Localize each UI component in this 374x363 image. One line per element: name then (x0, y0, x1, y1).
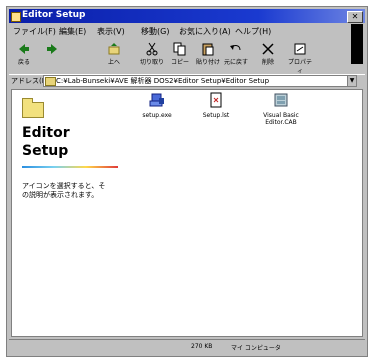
title-bar[interactable]: Editor Setup ✕ (9, 9, 365, 23)
cut-button[interactable]: 切り取り (139, 41, 165, 71)
folder-icon (22, 98, 44, 118)
folder-icon (45, 77, 56, 86)
forward-button[interactable] (39, 41, 65, 71)
menu-edit[interactable]: 編集(E) (59, 26, 86, 37)
file-name: setup.exe (142, 112, 172, 119)
file-name: Visual Basic Editor.CAB (263, 112, 299, 126)
file-name: Setup.lst (202, 112, 230, 119)
status-bar: 270 KB マイ コンピュータ (9, 339, 365, 354)
address-field[interactable]: C:¥Lab-Bunseki¥AVE 解析器 DOS2¥Editor Setup… (43, 75, 357, 87)
windows-logo (351, 24, 363, 64)
copy-label: コピー (170, 59, 189, 66)
window-title: Editor Setup (22, 10, 86, 20)
up-button[interactable]: 上へ (101, 41, 127, 71)
properties-icon (294, 43, 306, 55)
menu-view[interactable]: 表示(V) (97, 26, 125, 37)
folder-icon (11, 12, 21, 22)
paste-label: 貼り付け (195, 59, 220, 66)
chevron-down-icon[interactable]: ▼ (347, 76, 356, 86)
delete-icon (262, 43, 274, 55)
menu-help[interactable]: ヘルプ(H) (235, 26, 271, 37)
file-item-setup-exe[interactable]: setup.exe (132, 92, 182, 119)
properties-button[interactable]: プロパティ (287, 41, 313, 75)
address-bar: アドレス(D) C:¥Lab-Bunseki¥AVE 解析器 DOS2¥Edit… (9, 74, 365, 87)
paste-icon (202, 43, 214, 56)
menu-bar: ファイル(F) 編集(E) 表示(V) 移動(G) お気に入り(A) ヘルプ(H… (9, 25, 365, 38)
undo-icon (230, 45, 241, 51)
delete-button[interactable]: 削除 (255, 41, 281, 71)
close-button[interactable]: ✕ (347, 11, 363, 23)
folder-title: Editor Setup (22, 125, 70, 159)
toolbar: 戻る 上へ 切り取り コピー 貼り付け 元に戻す 削除 プロパティ (9, 40, 347, 75)
cut-label: 切り取り (139, 59, 164, 66)
copy-icon (173, 42, 186, 56)
status-size: 270 KB (191, 343, 213, 350)
explorer-window: Editor Setup ✕ ファイル(F) 編集(E) 表示(V) 移動(G)… (6, 6, 368, 357)
properties-label: プロパティ (287, 59, 312, 75)
status-location: マイ コンピュータ (231, 345, 281, 352)
setup-exe-icon (149, 93, 164, 107)
up-label: 上へ (107, 59, 120, 66)
menu-go[interactable]: 移動(G) (141, 26, 169, 37)
copy-button[interactable]: コピー (167, 41, 193, 71)
back-icon (19, 44, 29, 54)
cut-icon (146, 42, 158, 56)
address-value: C:¥Lab-Bunseki¥AVE 解析器 DOS2¥Editor Setup… (56, 77, 270, 85)
menu-favorites[interactable]: お気に入り(A) (179, 26, 231, 37)
setup-lst-icon (210, 92, 222, 108)
folder-view: Editor Setup アイコンを選択すると、その説明が表示されます。 set… (11, 89, 363, 337)
folder-description: アイコンを選択すると、その説明が表示されます。 (22, 182, 106, 199)
divider (22, 166, 118, 168)
menu-file[interactable]: ファイル(F) (13, 26, 56, 37)
delete-label: 削除 (261, 59, 274, 66)
undo-label: 元に戻す (223, 59, 248, 66)
cab-file-icon (274, 93, 288, 107)
undo-button[interactable]: 元に戻す (223, 41, 249, 71)
back-label: 戻る (17, 59, 30, 66)
forward-icon (47, 44, 57, 54)
paste-button[interactable]: 貼り付け (195, 41, 221, 71)
up-icon (108, 43, 120, 55)
file-item-setup-lst[interactable]: Setup.lst (191, 92, 241, 119)
file-item-cab[interactable]: Visual Basic Editor.CAB (256, 92, 306, 126)
back-button[interactable]: 戻る (11, 41, 37, 71)
